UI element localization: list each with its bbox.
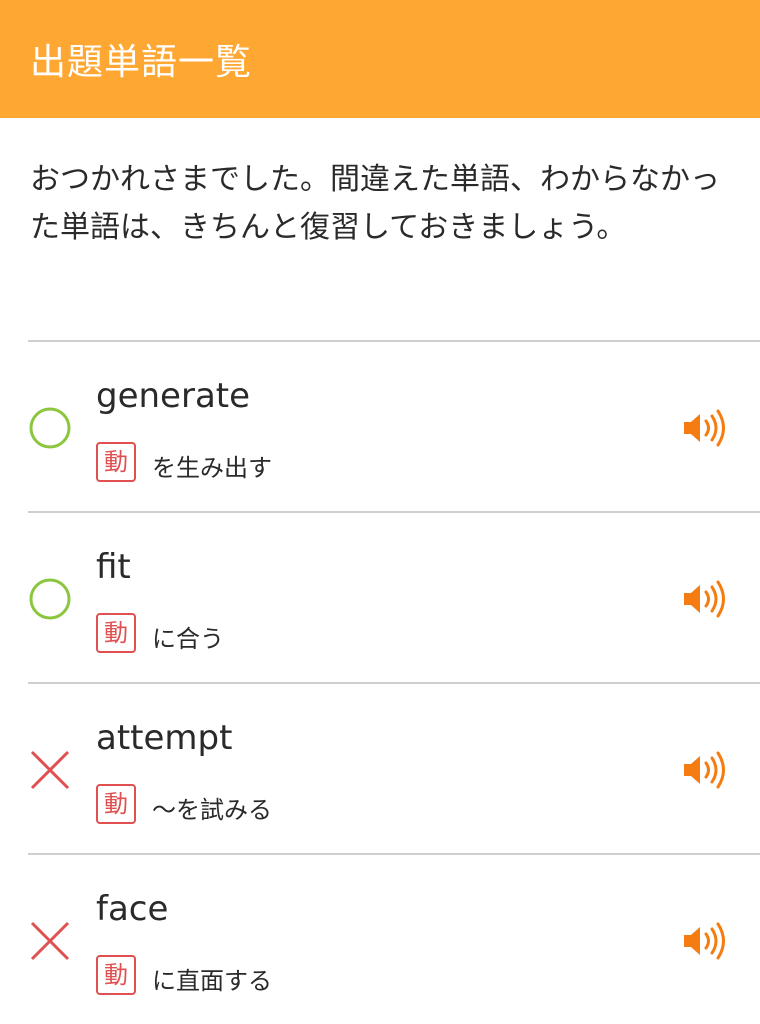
- word-meaning: ～を試みる: [152, 796, 272, 824]
- word-row: attempt 動 ～を試みる: [28, 682, 760, 853]
- correct-circle-icon: [29, 578, 71, 620]
- speaker-icon[interactable]: [682, 579, 728, 619]
- word-text: attempt: [96, 718, 233, 758]
- correct-circle-icon: [29, 407, 71, 449]
- word-row: fit 動 に合う: [28, 511, 760, 682]
- part-of-speech-badge: 動: [96, 784, 136, 824]
- incorrect-cross-icon: [30, 750, 70, 790]
- word-row: face 動 に直面する: [28, 853, 760, 1024]
- part-of-speech-badge: 動: [96, 955, 136, 995]
- incorrect-cross-icon: [30, 921, 70, 961]
- page-title: 出題単語一覧: [30, 42, 253, 83]
- part-of-speech-badge: 動: [96, 442, 136, 482]
- word-row: generate 動 を生み出す: [28, 340, 760, 511]
- word-list: generate 動 を生み出す fit 動 に合う attempt 動 ～を試…: [0, 340, 760, 1024]
- part-of-speech-badge: 動: [96, 613, 136, 653]
- word-text: face: [96, 889, 169, 929]
- word-meaning: に合う: [152, 625, 224, 653]
- speaker-icon[interactable]: [682, 408, 728, 448]
- word-meaning: に直面する: [152, 967, 272, 995]
- word-meaning: を生み出す: [152, 454, 272, 482]
- speaker-icon[interactable]: [682, 750, 728, 790]
- completion-message: おつかれさまでした。間違えた単語、わからなかった単語は、きちんと復習しておきまし…: [30, 162, 720, 245]
- word-text: generate: [96, 376, 251, 416]
- app-header: 出題単語一覧: [0, 0, 760, 118]
- speaker-icon[interactable]: [682, 921, 728, 961]
- word-text: fit: [96, 547, 131, 587]
